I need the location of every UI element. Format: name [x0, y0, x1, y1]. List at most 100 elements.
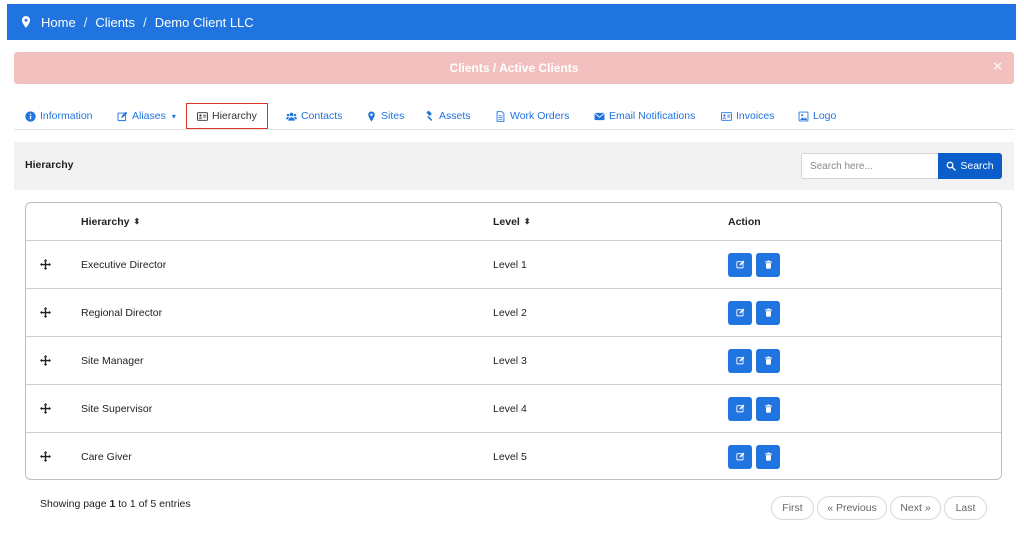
edit-icon: [735, 356, 744, 365]
edit-icon: [735, 308, 744, 317]
search-button-label: Search: [960, 160, 994, 172]
tab-label: Assets: [439, 110, 471, 122]
trash-icon: [764, 260, 772, 269]
trash-icon: [764, 404, 772, 413]
column-header-label: Hierarchy: [81, 215, 130, 228]
edit-icon: [735, 452, 744, 461]
breadcrumb-separator: /: [83, 14, 88, 30]
drag-handle[interactable]: [40, 289, 51, 336]
action-cell: [728, 433, 784, 479]
map-pin-icon: [21, 16, 31, 28]
alert-text: Clients / Active Clients: [449, 61, 579, 75]
hierarchy-cell: Regional Director: [81, 306, 163, 319]
edit-button[interactable]: [728, 444, 752, 469]
delete-button[interactable]: [756, 444, 780, 469]
panel-title: Hierarchy: [25, 159, 74, 171]
tab-label: Logo: [813, 110, 837, 122]
tab-hierarchy[interactable]: Hierarchy: [186, 103, 268, 129]
table-row: Executive Director Level 1: [26, 240, 1001, 288]
drag-handle[interactable]: [40, 433, 51, 479]
trash-icon: [764, 452, 772, 461]
tab-email-notifications[interactable]: Email Notifications: [594, 102, 695, 130]
pagination-first[interactable]: First: [771, 496, 814, 520]
delete-button[interactable]: [756, 252, 780, 277]
level-cell: Level 2: [493, 306, 527, 319]
pagination-next[interactable]: Next »: [890, 496, 941, 520]
close-icon[interactable]: ×: [993, 58, 1002, 75]
tab-label: Sites: [381, 110, 405, 122]
edit-button[interactable]: [728, 300, 752, 325]
level-cell: Level 1: [493, 258, 527, 271]
breadcrumb-bar: Home / Clients / Demo Client LLC: [7, 4, 1016, 40]
breadcrumb-home[interactable]: Home: [41, 15, 76, 30]
hierarchy-cell: Site Supervisor: [81, 402, 153, 415]
edit-button[interactable]: [728, 396, 752, 421]
drag-handle[interactable]: [40, 385, 51, 432]
alert-banner: Clients / Active Clients ×: [14, 52, 1014, 84]
entries-info: Showing page 1 to 1 of 5 entries: [40, 498, 191, 510]
edit-button[interactable]: [728, 252, 752, 277]
edit-icon: [735, 404, 744, 413]
drag-handle[interactable]: [40, 241, 51, 288]
tab-label: Contacts: [301, 110, 343, 122]
entries-info-suffix: to 1 of 5 entries: [115, 498, 191, 510]
hierarchy-cell: Site Manager: [81, 354, 144, 367]
tab-label: Work Orders: [510, 110, 570, 122]
tab-label: Email Notifications: [609, 110, 696, 122]
column-header-hierarchy[interactable]: Hierarchy ⬍: [81, 203, 140, 240]
column-header-label: Level: [493, 215, 520, 228]
level-cell: Level 5: [493, 450, 527, 463]
edit-button[interactable]: [728, 348, 752, 373]
delete-button[interactable]: [756, 348, 780, 373]
breadcrumb-clients[interactable]: Clients: [95, 15, 135, 30]
pagination-previous[interactable]: « Previous: [817, 496, 887, 520]
tab-logo[interactable]: Logo: [798, 102, 836, 130]
trash-icon: [764, 356, 772, 365]
edit-icon: [117, 111, 128, 121]
tab-label: Information: [40, 110, 93, 122]
pagination-last[interactable]: Last: [944, 496, 987, 520]
tab-invoices[interactable]: Invoices: [721, 102, 775, 130]
search-input[interactable]: [801, 153, 939, 179]
chevron-down-icon: ▾: [171, 111, 176, 121]
tab-information[interactable]: Information: [25, 102, 93, 130]
sort-icon: ⬍: [523, 217, 531, 226]
tab-contacts[interactable]: Contacts: [286, 102, 342, 130]
entries-info-prefix: Showing page: [40, 498, 110, 510]
breadcrumb-current: Demo Client LLC: [154, 14, 254, 30]
table-row: Regional Director Level 2: [26, 288, 1001, 336]
id-card-icon: [197, 111, 208, 121]
file-text-icon: [496, 110, 505, 122]
gavel-icon: [426, 110, 433, 121]
drag-handle[interactable]: [40, 337, 51, 384]
info-circle-icon: [25, 110, 36, 122]
sort-icon: ⬍: [133, 217, 141, 226]
move-arrows-icon: [40, 259, 51, 270]
tab-work-orders[interactable]: Work Orders: [495, 102, 569, 130]
action-cell: [728, 241, 784, 288]
image-icon: [798, 111, 809, 121]
action-cell: [728, 385, 784, 432]
map-pin-icon: [368, 111, 375, 121]
tab-label: Invoices: [736, 110, 775, 122]
delete-button[interactable]: [756, 300, 780, 325]
tab-bar: Information Aliases ▾ Hierarchy Contacts…: [14, 102, 1014, 130]
trash-icon: [764, 308, 772, 317]
edit-icon: [735, 260, 744, 269]
table-row: Site Supervisor Level 4: [26, 384, 1001, 432]
tab-sites[interactable]: Sites: [366, 102, 404, 130]
delete-button[interactable]: [756, 396, 780, 421]
tab-aliases[interactable]: Aliases ▾: [117, 102, 176, 130]
tab-label: Aliases: [132, 110, 166, 122]
tab-label: Hierarchy: [212, 110, 257, 122]
hierarchy-cell: Executive Director: [81, 258, 167, 271]
users-icon: [286, 112, 297, 121]
move-arrows-icon: [40, 355, 51, 366]
envelope-icon: [594, 112, 605, 120]
search-button[interactable]: Search: [938, 153, 1002, 179]
action-cell: [728, 337, 784, 384]
column-header-level[interactable]: Level ⬍: [493, 203, 531, 240]
tab-assets[interactable]: Assets: [424, 102, 471, 130]
panel-header: Hierarchy Search: [14, 142, 1014, 190]
table-row: Care Giver Level 5: [26, 432, 1001, 479]
